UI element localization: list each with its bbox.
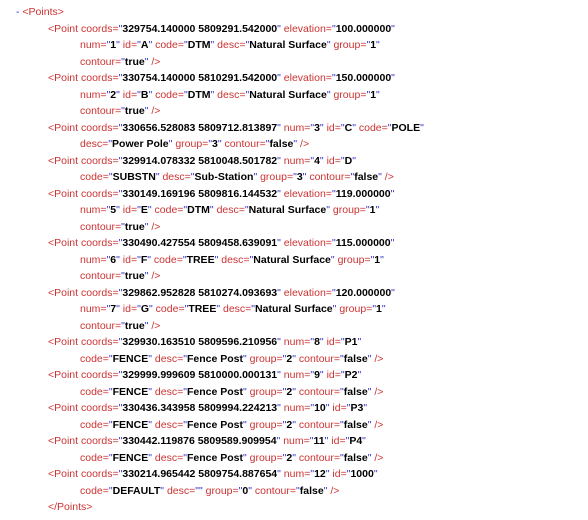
points-close-tag: </Points>: [48, 501, 92, 513]
points-open-tag: <Points>: [22, 6, 63, 18]
xml-content: - <Points><Point coords="329754.140000 5…: [0, 4, 588, 516]
